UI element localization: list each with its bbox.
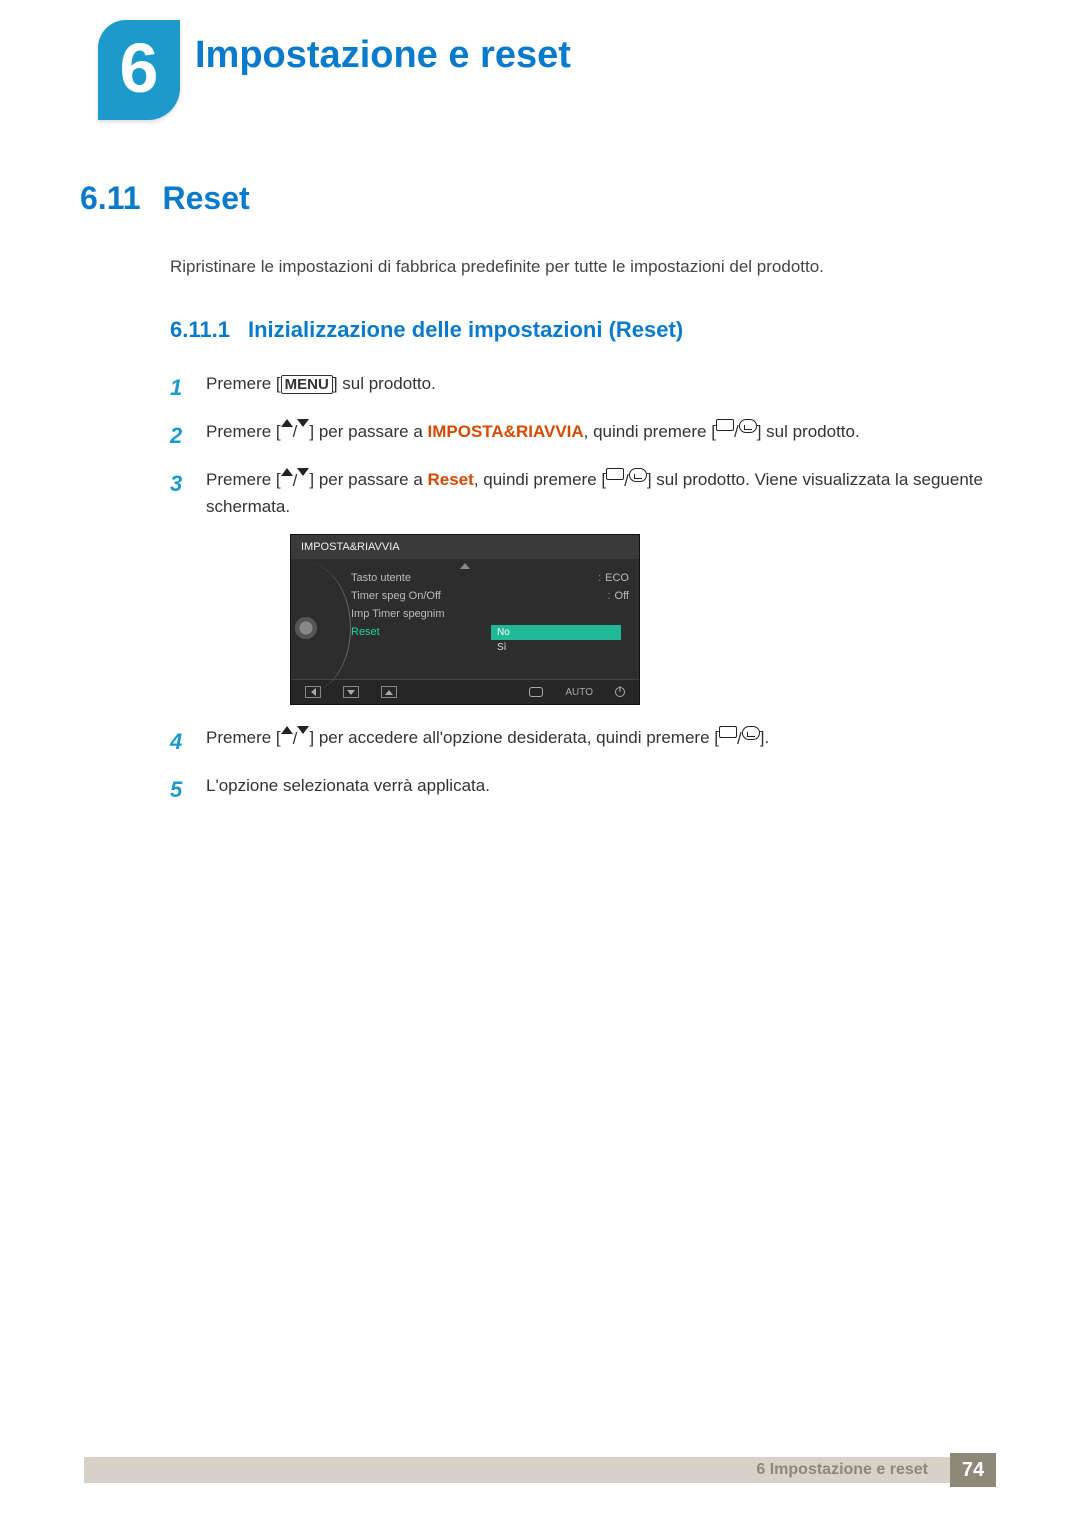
osd-panel: IMPOSTA&RIAVVIA Tasto utente :ECO Timer … [290,534,640,705]
osd-option-no: No [491,625,621,640]
text: Premere [ [206,422,281,441]
page-number: 74 [950,1453,996,1487]
enter-icon [529,687,543,697]
step-number: 2 [170,419,188,453]
nav-target: Reset [428,470,474,489]
step-body: L'opzione selezionata verrà applicata. [206,773,1000,807]
steps-list: 1 Premere [MENU] sul prodotto. 2 Premere… [170,371,1000,807]
section-heading: 6.11 Reset [80,180,1000,217]
chapter-number-badge: 6 [98,20,180,120]
osd-row: Timer speg On/Off :Off [351,587,629,605]
page-footer: 6 Impostazione e reset 74 [84,1453,996,1487]
step-body: Premere [/] per passare a IMPOSTA&RIAVVI… [206,419,1000,453]
osd-reset-options: No Sì [491,625,621,655]
nav-down-icon [343,686,359,698]
up-down-icon: / [281,726,310,752]
osd-row: Imp Timer spegnim [351,605,629,623]
step-4: 4 Premere [/] per accedere all'opzione d… [170,725,1000,759]
osd-bottom-bar: AUTO [291,679,639,704]
up-down-icon: / [281,419,310,445]
osd-row-label: Timer speg On/Off [351,590,441,602]
subsection-heading: 6.11.1 Inizializzazione delle impostazio… [170,317,1000,343]
power-icon [615,687,625,697]
text: ] sul prodotto. [757,422,860,441]
chapter-title: Impostazione e reset [195,34,571,77]
nav-target: IMPOSTA&RIAVVIA [428,422,584,441]
text: ] per passare a [309,470,427,489]
section-description: Ripristinare le impostazioni di fabbrica… [170,257,1000,277]
nav-up-icon [381,686,397,698]
text: ] per accedere all'opzione desiderata, q… [309,728,719,747]
osd-row-label: Imp Timer spegnim [351,608,445,620]
text: ] sul prodotto. [333,374,436,393]
footer-chapter-label: 6 Impostazione e reset [756,1461,928,1479]
osd-row: Tasto utente :ECO [351,569,629,587]
text: Premere [ [206,374,281,393]
text: ] per passare a [309,422,427,441]
osd-row-value: Off [615,590,629,602]
step-body: Premere [/] per accedere all'opzione des… [206,725,1000,759]
step-2: 2 Premere [/] per passare a IMPOSTA&RIAV… [170,419,1000,453]
osd-title: IMPOSTA&RIAVVIA [291,535,639,559]
step-number: 4 [170,725,188,759]
osd-option-si: Sì [491,640,621,655]
text: , quindi premere [ [474,470,606,489]
step-body: Premere [/] per passare a Reset, quindi … [206,467,1000,520]
section-number: 6.11 [80,180,141,217]
osd-row-label: Tasto utente [351,572,411,584]
subsection-title: Inizializzazione delle impostazioni (Res… [248,317,683,343]
up-down-icon: / [281,468,310,494]
osd-body: Tasto utente :ECO Timer speg On/Off :Off… [291,559,639,679]
step-1: 1 Premere [MENU] sul prodotto. [170,371,1000,405]
text: , quindi premere [ [584,422,716,441]
osd-row-value: ECO [605,572,629,584]
subsection-number: 6.11.1 [170,317,230,343]
menu-key-label: MENU [281,375,333,394]
enter-source-icon: / [606,468,647,494]
page-content: 6.11 Reset Ripristinare le impostazioni … [80,180,1000,821]
scroll-up-icon [460,563,470,569]
step-number: 5 [170,773,188,807]
auto-label: AUTO [565,687,593,698]
enter-source-icon: / [719,726,760,752]
section-title: Reset [163,180,250,217]
text: Premere [ [206,728,281,747]
text: ]. [760,728,769,747]
step-number: 1 [170,371,188,405]
enter-source-icon: / [716,419,757,445]
step-number: 3 [170,467,188,520]
step-5: 5 L'opzione selezionata verrà applicata. [170,773,1000,807]
osd-screenshot: IMPOSTA&RIAVVIA Tasto utente :ECO Timer … [290,534,1000,705]
text: Premere [ [206,470,281,489]
step-body: Premere [MENU] sul prodotto. [206,371,1000,405]
step-3: 3 Premere [/] per passare a Reset, quind… [170,467,1000,520]
